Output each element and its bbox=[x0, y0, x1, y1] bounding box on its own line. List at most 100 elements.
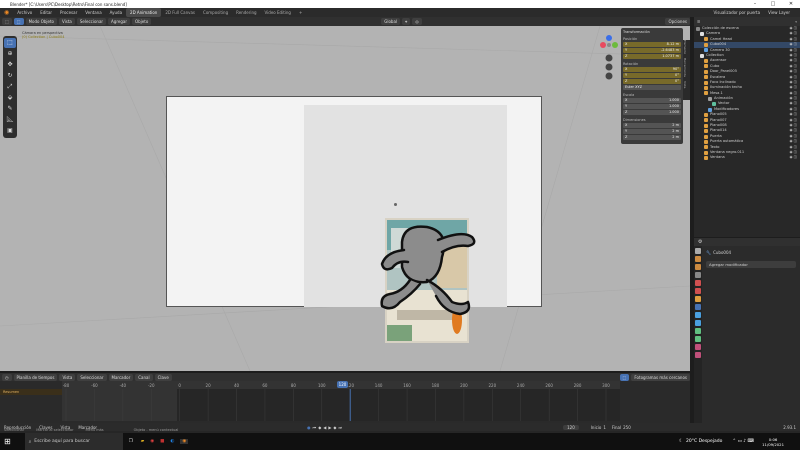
rotation-mode-select[interactable]: Euler XYZ bbox=[623, 85, 681, 90]
material-tab-icon[interactable] bbox=[695, 344, 701, 350]
physics-tab-icon[interactable] bbox=[695, 320, 701, 326]
output-tab-icon[interactable] bbox=[695, 264, 701, 270]
rotation-x-field[interactable]: X 90° bbox=[623, 67, 681, 72]
app-red-icon[interactable]: ■ bbox=[160, 439, 164, 444]
play-reverse-icon[interactable]: ◀ bbox=[323, 425, 326, 430]
layer-selector[interactable]: View Layer bbox=[764, 10, 794, 15]
weather-text[interactable]: 20°C Despejado bbox=[686, 439, 722, 444]
timeline-menu-clave[interactable]: Clave bbox=[154, 373, 172, 381]
taskbar-search[interactable]: ⌕ Escribe aquí para buscar bbox=[24, 433, 123, 450]
scale-z-field[interactable]: Z 1.000 bbox=[623, 110, 681, 115]
scale-tool-icon[interactable]: ⤢ bbox=[4, 82, 16, 92]
timeline-menu-seleccionar[interactable]: Seleccionar bbox=[77, 373, 107, 381]
menu-procesar[interactable]: Procesar bbox=[56, 10, 81, 15]
rotation-y-field[interactable]: Y 0° bbox=[623, 73, 681, 78]
timeline-editor-type[interactable]: ◷ bbox=[2, 373, 12, 381]
visibility-icon[interactable]: ◉ ◫ bbox=[790, 155, 797, 160]
task-view-icon[interactable]: ❐ bbox=[129, 439, 133, 444]
properties-editor-icon[interactable]: ⚙ bbox=[698, 239, 702, 245]
menu-seleccionar[interactable]: Seleccionar bbox=[76, 18, 107, 25]
texture-tab-icon[interactable] bbox=[695, 352, 701, 358]
scene-tab-icon[interactable] bbox=[695, 280, 701, 286]
object-name-field[interactable]: Cubo004 bbox=[713, 250, 731, 255]
render-tab-icon[interactable] bbox=[695, 256, 701, 262]
modifier-tab-icon[interactable] bbox=[695, 304, 701, 310]
menu-ventana[interactable]: Ventana bbox=[81, 10, 105, 15]
data-tab-icon[interactable] bbox=[695, 336, 701, 342]
menu-editar[interactable]: Editar bbox=[36, 10, 56, 15]
current-frame-indicator[interactable]: 120 bbox=[337, 381, 348, 388]
particles-tab-icon[interactable] bbox=[695, 312, 701, 318]
tab-vista[interactable]: Vista bbox=[683, 81, 687, 88]
maximize-button[interactable]: □ bbox=[764, 0, 782, 8]
measure-tool-icon[interactable]: 📐︎ bbox=[4, 115, 16, 125]
tab-elemento[interactable]: Elemento bbox=[683, 40, 687, 54]
interpolation-select[interactable]: Fotogramas más cercanos bbox=[631, 373, 690, 381]
windows-start-icon[interactable]: ⊞ bbox=[4, 437, 11, 446]
tool-tab-icon[interactable] bbox=[695, 248, 701, 254]
record-icon[interactable]: ● bbox=[307, 425, 311, 430]
timeline-menu-marcador[interactable]: Marcador bbox=[108, 373, 134, 381]
tray-icons[interactable]: ⌃ ▭ ♪ ⌨ bbox=[732, 439, 754, 444]
scale-y-field[interactable]: Y 1.000 bbox=[623, 104, 681, 109]
cursor-select-tool-icon[interactable]: ⬚ bbox=[4, 38, 16, 48]
next-key-icon[interactable]: ◆ bbox=[333, 425, 336, 430]
file-explorer-icon[interactable]: ▰ bbox=[141, 439, 144, 444]
move-tool-icon[interactable]: ✥ bbox=[4, 60, 16, 70]
mode-selector[interactable]: Modo Objeto bbox=[25, 18, 57, 25]
jump-start-icon[interactable]: ⏮ bbox=[313, 425, 317, 430]
summary-channel[interactable]: Resumen bbox=[0, 389, 62, 395]
start-field[interactable]: 1 bbox=[603, 425, 606, 430]
rotate-tool-icon[interactable]: ↻ bbox=[4, 71, 16, 81]
transform-orientation-selector[interactable]: Global bbox=[381, 18, 401, 25]
workspace-tab-2d-animation[interactable]: 2D Animation bbox=[126, 8, 162, 17]
workspace-add-button[interactable]: + bbox=[295, 8, 306, 17]
dimension-y-field[interactable]: Y2 m bbox=[623, 129, 681, 134]
play-icon[interactable]: ▶ bbox=[328, 425, 331, 430]
object-tab-icon[interactable] bbox=[695, 296, 701, 302]
clock[interactable]: 0:06 11/09/2021 bbox=[762, 437, 784, 447]
dimension-x-field[interactable]: X2 m bbox=[623, 123, 681, 128]
close-button[interactable]: ✕ bbox=[782, 0, 800, 8]
overlay-options-button[interactable]: Opciones bbox=[665, 18, 690, 25]
tab-herramienta[interactable]: Herramienta bbox=[683, 58, 687, 77]
menu-ayuda[interactable]: Ayuda bbox=[106, 10, 126, 15]
annotate-tool-icon[interactable]: ✎ bbox=[4, 104, 16, 114]
filter-icon[interactable]: ▿ bbox=[795, 20, 797, 24]
world-tab-icon[interactable] bbox=[695, 288, 701, 294]
outliner-editor-icon[interactable]: ☰ bbox=[697, 20, 700, 24]
view-layer-tab-icon[interactable] bbox=[695, 272, 701, 278]
chrome-icon[interactable]: ◉ bbox=[150, 439, 154, 444]
add-cube-tool-icon[interactable]: ▣ bbox=[4, 126, 16, 136]
location-x-field[interactable]: X 8.12 m bbox=[623, 42, 681, 47]
menu-objeto[interactable]: Objeto bbox=[131, 18, 152, 25]
navigation-gizmo[interactable] bbox=[598, 34, 620, 84]
workspace-tab-video-editing[interactable]: Video Editing bbox=[261, 8, 295, 17]
location-z-field[interactable]: Z 1.0737 m bbox=[623, 54, 681, 59]
prev-key-icon[interactable]: ◆ bbox=[318, 425, 321, 430]
constraints-tab-icon[interactable] bbox=[695, 328, 701, 334]
workspace-tab-rendering[interactable]: Rendering bbox=[232, 8, 260, 17]
transform-tool-icon[interactable]: ⬙ bbox=[4, 93, 16, 103]
rotation-z-field[interactable]: Z 0° bbox=[623, 79, 681, 84]
workspace-tab-compositing[interactable]: Compositing bbox=[199, 8, 232, 17]
proportional-edit-icon[interactable]: ◎ bbox=[412, 18, 422, 25]
menu-archivo[interactable]: Archivo bbox=[13, 10, 36, 15]
timeline-menu-vista[interactable]: Vista bbox=[59, 373, 76, 381]
view-layer-selector[interactable]: Visualizador por puerta bbox=[709, 10, 764, 15]
dimension-z-field[interactable]: Z2 m bbox=[623, 135, 681, 140]
jump-end-icon[interactable]: ⏭ bbox=[339, 425, 343, 430]
timeline-menu-canal[interactable]: Canal bbox=[135, 373, 153, 381]
blender-logo-icon[interactable]: ◉ bbox=[0, 9, 13, 16]
timeline-mode-select[interactable]: Planilla de tiempos bbox=[13, 373, 58, 381]
scale-x-field[interactable]: X 1.000 bbox=[623, 98, 681, 103]
only-selected-icon[interactable]: ⬚ bbox=[619, 373, 630, 381]
end-field[interactable]: 250 bbox=[623, 425, 631, 430]
snap-icon[interactable]: ⌖ bbox=[402, 18, 411, 25]
menu-agregar[interactable]: Agregar bbox=[108, 18, 130, 25]
menu-vista[interactable]: Vista bbox=[59, 18, 75, 25]
frame-field[interactable]: 120 bbox=[563, 424, 579, 430]
outliner-item[interactable]: Ventana ◉ ◫ bbox=[694, 155, 800, 161]
select-mode-icon[interactable]: ⬚ bbox=[13, 18, 24, 25]
add-modifier-button[interactable]: Agregar modificador bbox=[706, 261, 796, 268]
